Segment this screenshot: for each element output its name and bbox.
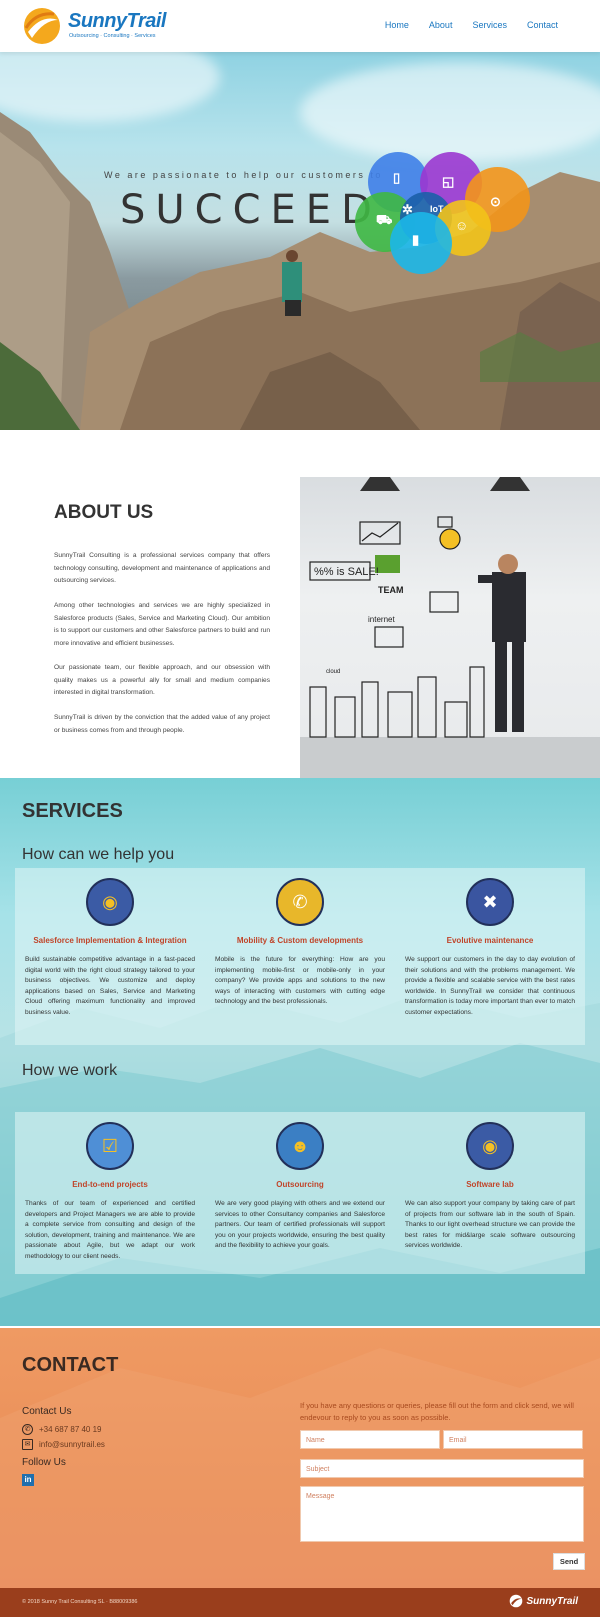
main-nav: Home About Services Contact bbox=[385, 20, 558, 30]
nav-contact[interactable]: Contact bbox=[527, 20, 558, 30]
chat-icon: ◱ bbox=[442, 174, 455, 189]
tools-icon: ✖ bbox=[466, 878, 514, 926]
site-footer: © 2018 Sunny Trail Consulting SL · B8800… bbox=[0, 1588, 600, 1617]
work-card: ☻ Outsourcing We are very good playing w… bbox=[215, 1122, 385, 1252]
hero-tagline: We are passionate to help our customers … bbox=[104, 170, 383, 180]
gear-icon: ✲ bbox=[402, 202, 413, 217]
location-icon: ⊙ bbox=[490, 194, 501, 209]
climber-figure bbox=[282, 262, 302, 302]
services-section: SERVICES How can we help you ◉ Salesforc… bbox=[0, 778, 600, 1326]
follow-us-heading: Follow Us bbox=[22, 1457, 66, 1468]
envelope-icon: ✉ bbox=[22, 1439, 33, 1450]
cliff-landscape-image bbox=[0, 112, 600, 430]
about-paragraph: Among other technologies and services we… bbox=[54, 602, 270, 647]
copyright-text: © 2018 Sunny Trail Consulting SL · B8800… bbox=[22, 1599, 138, 1605]
bubble-cyan bbox=[390, 212, 452, 274]
work-card-title: Software lab bbox=[466, 1180, 514, 1189]
linkedin-icon[interactable]: in bbox=[22, 1474, 34, 1486]
work-card-text: We are very good playing with others and… bbox=[215, 1200, 385, 1249]
help-subtitle: How can we help you bbox=[22, 846, 175, 863]
about-paragraph: Our passionate team, our flexible approa… bbox=[54, 664, 270, 696]
form-intro: If you have any questions or queries, pl… bbox=[300, 1401, 574, 1422]
about-section: ABOUT US SunnyTrail Consulting is a prof… bbox=[0, 430, 600, 778]
users-icon: ☺ bbox=[455, 218, 469, 233]
businessman-whiteboard-image: %% is SALE! TEAM internet cloud bbox=[300, 477, 600, 778]
submarine-icon: ◉ bbox=[86, 878, 134, 926]
name-input[interactable]: Name bbox=[300, 1430, 440, 1449]
contact-title: CONTACT bbox=[22, 1354, 119, 1376]
services-title: SERVICES bbox=[22, 800, 123, 822]
service-card-title: Mobility & Custom developments bbox=[236, 936, 364, 945]
email-link[interactable]: info@sunnytrail.es bbox=[39, 1440, 105, 1449]
work-card-text: We can also support your company by taki… bbox=[405, 1200, 575, 1249]
email-line[interactable]: ✉ info@sunnytrail.es bbox=[22, 1439, 105, 1450]
service-card-text: Mobile is the future for everything: How… bbox=[215, 956, 385, 1005]
sun-logo-icon bbox=[24, 8, 60, 44]
contact-us-heading: Contact Us bbox=[22, 1406, 72, 1417]
service-card-title: Evolutive maintenance bbox=[446, 936, 534, 945]
brand-tagline: Outsourcing · Consulting · Services bbox=[69, 33, 156, 39]
brand-name: SunnyTrail bbox=[68, 10, 167, 32]
service-card: ✆ Mobility & Custom developments Mobile … bbox=[215, 878, 385, 1008]
about-paragraph: SunnyTrail Consulting is a professional … bbox=[54, 552, 270, 584]
work-card: ◉ Software lab We can also support your … bbox=[405, 1122, 575, 1252]
nav-about[interactable]: About bbox=[429, 20, 453, 30]
footer-brand: SunnyTrail bbox=[526, 1595, 579, 1607]
submarine-icon: ◉ bbox=[466, 1122, 514, 1170]
service-card-text: We support our customers in the day to d… bbox=[405, 956, 575, 1016]
brand-logo[interactable]: SunnyTrail Outsourcing · Consulting · Se… bbox=[22, 6, 192, 46]
about-paragraph: SunnyTrail is driven by the conviction t… bbox=[54, 714, 270, 734]
phone-number[interactable]: +34 687 87 40 19 bbox=[39, 1425, 102, 1434]
phone-icon: ✆ bbox=[22, 1424, 33, 1435]
internet-label: internet bbox=[368, 615, 395, 624]
checklist-icon: ☑ bbox=[86, 1122, 134, 1170]
nav-services[interactable]: Services bbox=[472, 20, 507, 30]
iot-label: IoT bbox=[430, 204, 444, 214]
about-title: ABOUT US bbox=[54, 502, 154, 523]
site-header: SunnyTrail Outsourcing · Consulting · Se… bbox=[0, 0, 600, 52]
message-textarea[interactable]: Message bbox=[300, 1486, 584, 1542]
service-card: ✖ Evolutive maintenance We support our c… bbox=[405, 878, 575, 1018]
contact-section: CONTACT Contact Us ✆ +34 687 87 40 19 ✉ … bbox=[0, 1328, 600, 1588]
work-card-title: Outsourcing bbox=[276, 1180, 324, 1189]
work-card: ☑ End-to-end projects Thanks of our team… bbox=[25, 1122, 195, 1262]
nav-home[interactable]: Home bbox=[385, 20, 409, 30]
service-card-text: Build sustainable competitive advantage … bbox=[25, 956, 195, 1016]
cart-icon: ⛟ bbox=[376, 212, 393, 227]
sun-logo-icon bbox=[509, 1594, 522, 1608]
footer-logo[interactable]: SunnyTrail bbox=[509, 1594, 579, 1608]
work-card-text: Thanks of our team of experienced and ce… bbox=[25, 1200, 195, 1260]
work-subtitle: How we work bbox=[22, 1062, 118, 1079]
team-label: TEAM bbox=[378, 585, 404, 595]
sale-label: %% is SALE! bbox=[314, 566, 379, 578]
mobile-icon: ▯ bbox=[393, 170, 401, 185]
email-input[interactable]: Email bbox=[443, 1430, 583, 1449]
service-card: ◉ Salesforce Implementation & Integratio… bbox=[25, 878, 195, 1018]
bar-chart-icon: ▮ bbox=[412, 232, 420, 247]
phone-line[interactable]: ✆ +34 687 87 40 19 bbox=[22, 1424, 102, 1435]
mobile-compass-icon: ✆ bbox=[276, 878, 324, 926]
subject-input[interactable]: Subject bbox=[300, 1459, 584, 1478]
hero-banner: We are passionate to help our customers … bbox=[0, 52, 600, 430]
service-card-title: Salesforce Implementation & Integration bbox=[33, 936, 187, 945]
diver-icon: ☻ bbox=[276, 1122, 324, 1170]
work-card-title: End-to-end projects bbox=[72, 1180, 148, 1189]
cloud-label: cloud bbox=[326, 669, 340, 675]
hero-headline: SUCCEED bbox=[120, 187, 382, 233]
send-button[interactable]: Send bbox=[553, 1553, 585, 1570]
